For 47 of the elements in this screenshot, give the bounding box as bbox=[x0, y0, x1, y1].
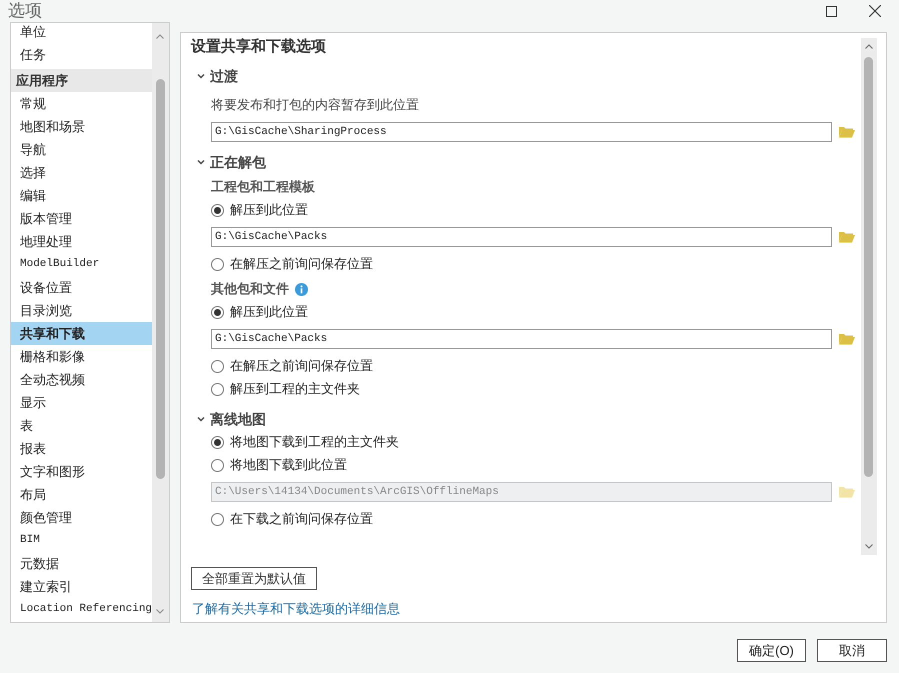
radio-button[interactable] bbox=[211, 258, 224, 270]
radio-label[interactable]: 将地图下载到此位置 bbox=[230, 455, 347, 475]
close-icon[interactable] bbox=[869, 5, 881, 17]
sidebar-group-header: 应用程序 bbox=[11, 69, 152, 92]
subheading: 其他包和文件 bbox=[211, 280, 289, 298]
description-text: 将要发布和打包的内容暂存到此位置 bbox=[211, 96, 420, 114]
help-link[interactable]: 了解有关共享和下载选项的详细信息 bbox=[192, 599, 400, 618]
section-heading[interactable]: 离线地图 bbox=[210, 408, 266, 430]
info-icon[interactable] bbox=[295, 282, 308, 296]
radio-label[interactable]: 在下载之前询问保存位置 bbox=[230, 509, 373, 529]
scroll-thumb[interactable] bbox=[156, 79, 166, 479]
scroll-up-icon[interactable] bbox=[865, 44, 873, 49]
scrollbar[interactable] bbox=[152, 23, 169, 622]
scroll-down-icon[interactable] bbox=[865, 544, 873, 549]
radio-label[interactable]: 将地图下载到工程的主文件夹 bbox=[230, 432, 399, 452]
section-heading[interactable]: 正在解包 bbox=[210, 152, 266, 172]
subheading: 工程包和工程模板 bbox=[211, 178, 315, 196]
radio-label[interactable]: 在解压之前询问保存位置 bbox=[230, 254, 373, 274]
chevron-down-icon[interactable] bbox=[197, 73, 205, 79]
radio-button[interactable] bbox=[211, 360, 224, 372]
radio-button[interactable] bbox=[211, 204, 224, 216]
chevron-down-icon[interactable] bbox=[197, 416, 205, 422]
radio-button[interactable] bbox=[211, 458, 224, 472]
scroll-down-icon[interactable] bbox=[156, 609, 164, 614]
sidebar-item[interactable]: 共享和下载 bbox=[11, 322, 152, 345]
panel-title: 设置共享和下载选项 bbox=[191, 38, 327, 56]
scroll-thumb[interactable] bbox=[864, 57, 873, 477]
reset-defaults-button[interactable]: 全部重置为默认值 bbox=[191, 567, 317, 590]
radio-label[interactable]: 在解压之前询问保存位置 bbox=[230, 356, 373, 376]
radio-label[interactable]: 解压到此位置 bbox=[230, 302, 308, 322]
path-field[interactable]: G:\GisCache\SharingProcess bbox=[211, 122, 832, 142]
radio-button[interactable] bbox=[211, 512, 224, 526]
radio-button[interactable] bbox=[211, 436, 224, 448]
ok-button[interactable]: 确定(O) bbox=[737, 639, 806, 662]
maximize-icon[interactable] bbox=[826, 6, 837, 16]
window-title: 选项 bbox=[8, 0, 42, 22]
chevron-down-icon[interactable] bbox=[197, 159, 205, 165]
path-field[interactable]: G:\GisCache\Packs bbox=[211, 227, 832, 247]
section-heading[interactable]: 过渡 bbox=[210, 66, 238, 86]
radio-button[interactable] bbox=[211, 306, 224, 318]
path-field[interactable]: G:\GisCache\Packs bbox=[211, 329, 832, 349]
radio-button[interactable] bbox=[211, 382, 224, 396]
radio-label[interactable]: 解压到工程的主文件夹 bbox=[230, 379, 360, 399]
radio-label[interactable]: 解压到此位置 bbox=[230, 200, 308, 220]
cancel-button[interactable]: 取消 bbox=[817, 639, 887, 662]
scrollbar[interactable] bbox=[861, 38, 877, 555]
scroll-up-icon[interactable] bbox=[156, 34, 164, 39]
